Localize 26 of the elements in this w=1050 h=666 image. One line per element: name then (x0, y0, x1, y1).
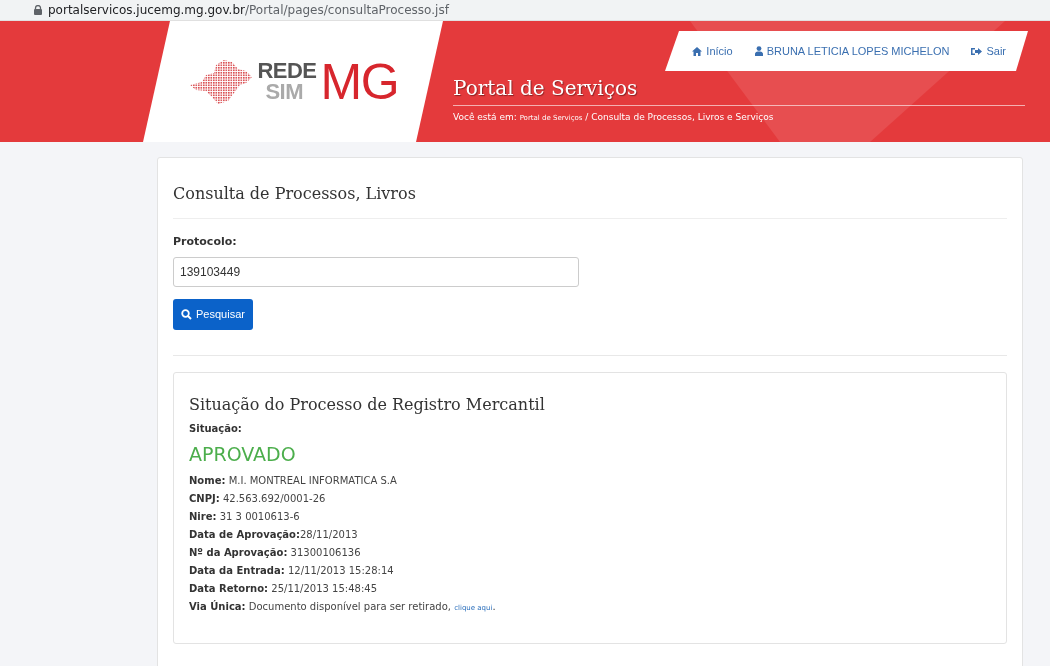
home-icon (692, 46, 703, 56)
status-text: APROVADO (189, 441, 297, 467)
logout-icon (971, 46, 983, 56)
field-label: Protocolo: (173, 234, 238, 250)
detail-line: Nire: 31 3 0010613-6 (189, 510, 301, 524)
nav-link[interactable]: BRUNA LETICIA LOPES MICHELON (754, 42, 950, 60)
detail-line: Data de Aprovação:28/11/2013 (189, 528, 359, 542)
logo-mark: MG (320, 56, 399, 107)
detail-line: Nº da Aprovação: 31300106136 (189, 546, 362, 560)
user-icon (754, 46, 763, 56)
logo-text: REDE (257, 60, 317, 82)
section-title: Consulta de Processos, Livros (173, 183, 417, 205)
detail-line: Data da Entrada: 12/11/2013 15:28:14 (189, 564, 395, 578)
detail-line: Nome: M.I. MONTREAL INFORMATICA S.A (189, 474, 398, 488)
status-label: Situação: (189, 421, 243, 436)
logo-text: SIM (264, 81, 304, 103)
detail-line: Data Retorno: 25/11/2013 15:48:45 (189, 582, 379, 596)
search-icon (181, 308, 192, 320)
lock-icon (34, 5, 42, 15)
protocol-field[interactable]: 139103449 (173, 256, 579, 287)
nav-link[interactable]: Sair (971, 42, 1006, 60)
search-button[interactable]: Pesquisar (173, 298, 253, 330)
nav-link[interactable]: Início (692, 42, 733, 60)
detail-line: CNPJ: 42.563.692/0001-26 (189, 492, 327, 506)
result-title: Situação do Processo de Registro Mercantil (189, 393, 546, 416)
page-title: Portal de Serviços (453, 75, 638, 102)
